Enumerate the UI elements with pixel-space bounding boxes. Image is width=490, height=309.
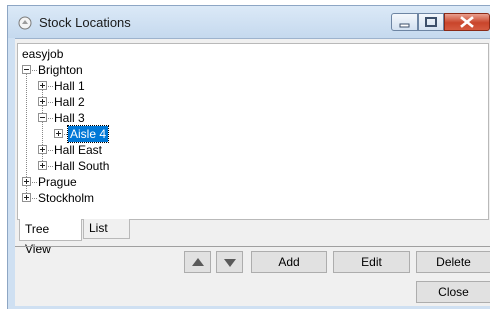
tab-list[interactable]: List	[83, 219, 130, 239]
expand-icon[interactable]	[38, 145, 47, 154]
triangle-down-icon	[224, 259, 236, 267]
tree-node-label: Hall 2	[54, 95, 85, 109]
triangle-up-icon	[192, 258, 204, 266]
expand-icon[interactable]	[22, 193, 31, 202]
tree-node-label: Stockholm	[38, 191, 95, 205]
expand-icon[interactable]	[22, 177, 31, 186]
close-window-button[interactable]	[444, 13, 490, 31]
minimize-icon	[399, 23, 410, 28]
delete-button[interactable]: Delete	[416, 251, 490, 273]
collapse-icon[interactable]	[22, 65, 31, 74]
close-button[interactable]: Close	[416, 281, 490, 303]
tab-tree-view[interactable]: Tree View	[19, 219, 82, 256]
move-down-button[interactable]	[216, 251, 243, 273]
maximize-button[interactable]	[418, 13, 444, 31]
app-icon	[18, 16, 32, 30]
move-up-button[interactable]	[184, 251, 211, 273]
view-tabs: Tree View List	[17, 219, 489, 256]
maximize-icon	[425, 17, 437, 27]
divider	[15, 246, 490, 247]
close-icon	[460, 16, 474, 28]
collapse-icon[interactable]	[38, 113, 47, 122]
tree-node-label-selected: Aisle 4	[66, 125, 110, 143]
expand-icon[interactable]	[38, 161, 47, 170]
tree-node-label: easyjob	[22, 47, 64, 61]
tree-node-label: Hall East	[54, 143, 103, 157]
expand-icon[interactable]	[38, 97, 47, 106]
expand-icon[interactable]	[54, 129, 63, 138]
tree-node-label: Brighton	[38, 63, 83, 77]
edit-button[interactable]: Edit	[333, 251, 410, 273]
tree-line	[26, 68, 27, 193]
minimize-button[interactable]	[391, 13, 418, 31]
location-tree[interactable]: easyjob Brighton Hall 1 Hall 2 Hall 3 Ai…	[17, 43, 489, 220]
title-bar[interactable]: Stock Locations	[8, 6, 490, 38]
tree-node-label: Hall 1	[54, 79, 85, 93]
stock-locations-window: Stock Locations easyjob Brighton Hall 1 …	[7, 5, 490, 309]
tree-node-label: Prague	[38, 175, 77, 189]
add-button[interactable]: Add	[251, 251, 327, 273]
window-title: Stock Locations	[39, 15, 131, 30]
tree-node-label: Hall 3	[54, 111, 85, 125]
tree-node-label: Hall South	[54, 159, 110, 173]
dialog-client-area: easyjob Brighton Hall 1 Hall 2 Hall 3 Ai…	[15, 38, 490, 306]
expand-icon[interactable]	[38, 81, 47, 90]
